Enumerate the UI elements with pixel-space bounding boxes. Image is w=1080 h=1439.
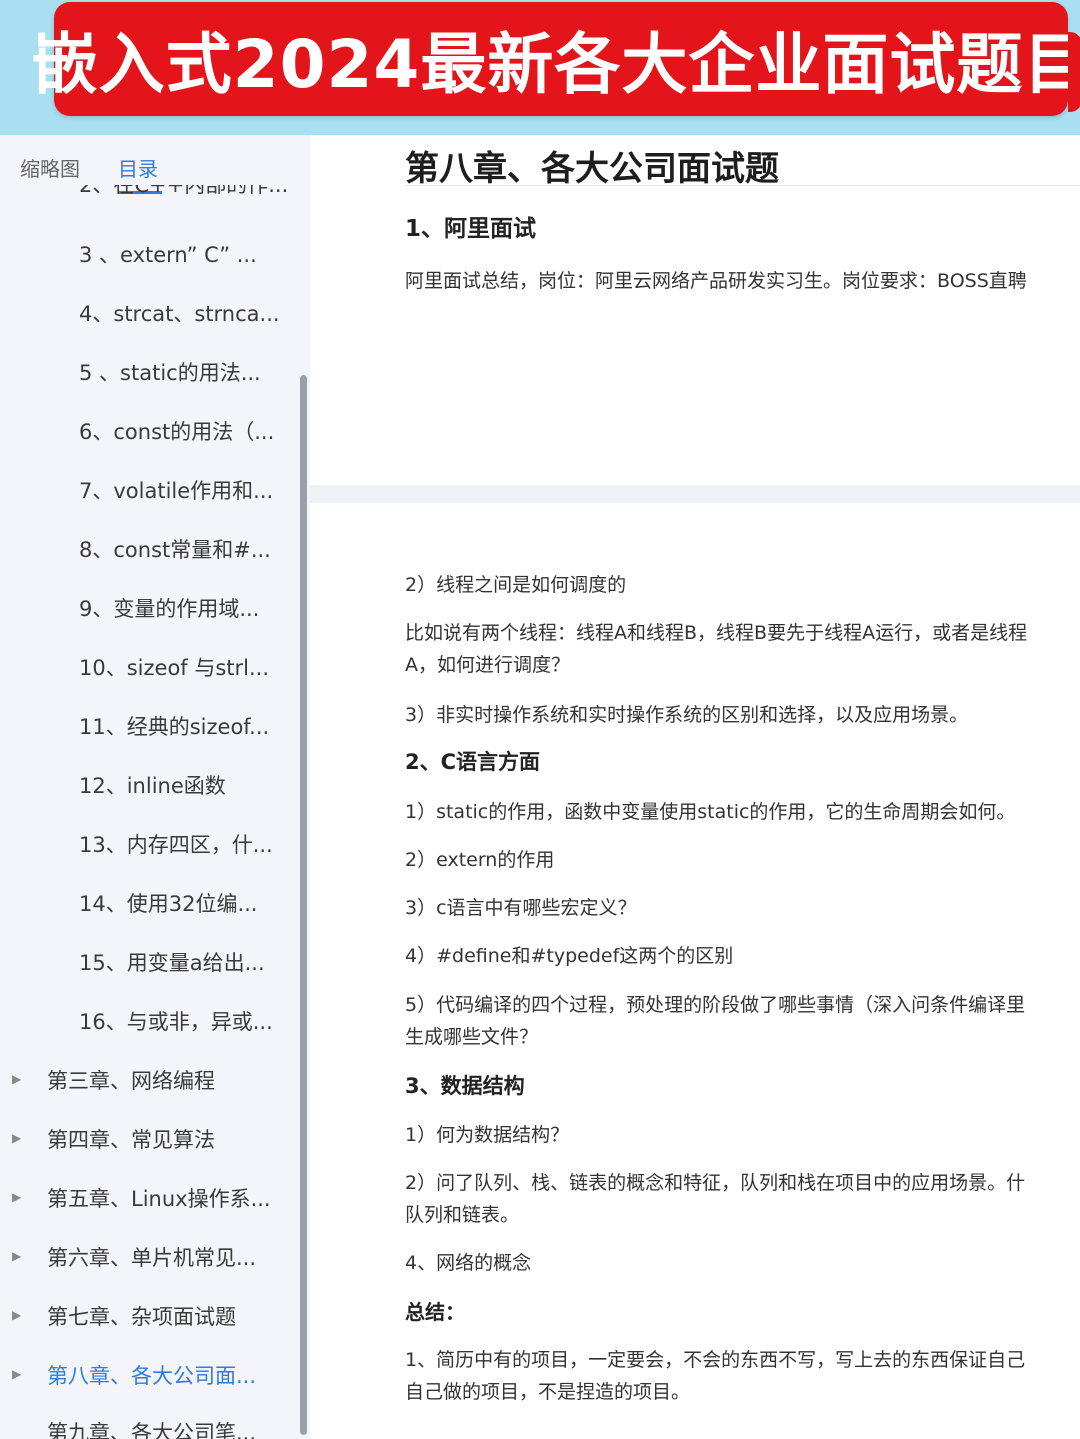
toc-item-partial-top[interactable]: 2、在C++内部的作...	[79, 185, 288, 199]
toc-item[interactable]: 14、使用32位编...	[79, 888, 257, 918]
tab-thumbnails[interactable]: 缩略图	[20, 153, 80, 182]
tab-toc[interactable]: 目录	[118, 153, 158, 182]
paragraph: 5）代码编译的四个过程，预处理的阶段做了哪些事情（深入问条件编译里	[405, 994, 1026, 1016]
section-heading: 3、数据结构	[405, 1074, 525, 1098]
toc-item[interactable]: 6、const的用法（...	[79, 416, 274, 446]
banner-title: 嵌入式2024最新各大企业面试题目	[31, 26, 1080, 103]
chevron-right-icon[interactable]: ▶	[12, 1072, 21, 1086]
toc-chapter-item[interactable]: 第六章、单片机常见...	[47, 1242, 256, 1272]
toc-chapter-item[interactable]: 第七章、杂项面试题	[47, 1301, 236, 1331]
toc-chapter-item[interactable]: 第四章、常见算法	[47, 1124, 215, 1154]
paragraph: 4）#define和#typedef这两个的区别	[405, 945, 734, 967]
chevron-right-icon[interactable]: ▶	[12, 1308, 21, 1322]
chapter-title: 第八章、各大公司面试题	[405, 149, 779, 189]
toc-chapter-item[interactable]: 第五章、Linux操作系...	[47, 1183, 271, 1213]
paragraph: 2）问了队列、栈、链表的概念和特征，队列和栈在项目中的应用场景。什	[405, 1172, 1026, 1194]
toc-chapter-item[interactable]: 第三章、网络编程	[47, 1065, 215, 1095]
toc-item[interactable]: 3 、extern” C” ...	[79, 239, 257, 269]
paragraph: A，如何进行调度？	[405, 654, 570, 676]
toc-item[interactable]: 11、经典的sizeof...	[79, 711, 269, 741]
paragraph: 2）extern的作用	[405, 849, 555, 871]
paragraph: 比如说有两个线程：线程A和线程B，线程B要先于线程A运行，或者是线程	[405, 622, 1028, 644]
chevron-right-icon[interactable]: ▶	[12, 1190, 21, 1204]
page-gap	[310, 485, 1080, 503]
toc-item[interactable]: 5 、static的用法...	[79, 357, 261, 387]
banner-tail	[1068, 32, 1080, 112]
outline-sidebar: 缩略图 目录 2、在C++内部的作... 3 、extern” C” ... 4…	[0, 135, 310, 1439]
paragraph: 3）非实时操作系统和实时操作系统的区别和选择，以及应用场景。	[405, 704, 969, 726]
paragraph: 生成哪些文件？	[405, 1026, 539, 1048]
toc-item[interactable]: 15、用变量a给出...	[79, 947, 265, 977]
section-heading: 1、阿里面试	[405, 216, 537, 242]
toc-item[interactable]: 7、volatile作用和...	[79, 475, 273, 505]
paragraph: 队列和链表。	[405, 1204, 520, 1226]
sidebar-scrollbar[interactable]	[300, 375, 307, 1435]
toc-chapter-item-partial[interactable]: 第九章、各大公司笔...	[47, 1417, 256, 1439]
chevron-right-icon[interactable]: ▶	[12, 1131, 21, 1145]
toc-chapter-item-active[interactable]: 第八章、各大公司面...	[47, 1360, 256, 1390]
paragraph: 1）static的作用，函数中变量使用static的作用，它的生命周期会如何。	[405, 801, 1016, 823]
paragraph: 1）何为数据结构？	[405, 1124, 570, 1146]
toc-item[interactable]: 4、strcat、strnca...	[79, 298, 280, 328]
paragraph: 1、简历中有的项目，一定要会，不会的东西不写，写上去的东西保证自己	[405, 1349, 1026, 1371]
paragraph: 自己做的项目，不是捏造的项目。	[405, 1381, 691, 1403]
section-heading-plain: 4、网络的概念	[405, 1252, 532, 1274]
title-divider	[405, 185, 1080, 186]
chevron-right-icon[interactable]: ▶	[12, 1249, 21, 1263]
section-heading: 2、C语言方面	[405, 750, 541, 774]
toc-item[interactable]: 16、与或非，异或...	[79, 1006, 273, 1036]
toc-item[interactable]: 12、inline函数	[79, 770, 226, 800]
paragraph: 3）c语言中有哪些宏定义？	[405, 897, 637, 919]
toc-item[interactable]: 10、sizeof 与strl...	[79, 652, 269, 682]
toc-item[interactable]: 9、变量的作用域...	[79, 593, 259, 623]
document-content: 第八章、各大公司面试题 1、阿里面试 阿里面试总结，岗位：阿里云网络产品研发实习…	[310, 135, 1080, 1439]
chevron-right-icon[interactable]: ▶	[12, 1367, 21, 1381]
summary-label: 总结：	[405, 1300, 465, 1324]
paragraph: 阿里面试总结，岗位：阿里云网络产品研发实习生。岗位要求：BOSS直聘	[405, 270, 1027, 292]
toc-item[interactable]: 8、const常量和#...	[79, 534, 271, 564]
toc-item[interactable]: 13、内存四区，什...	[79, 829, 273, 859]
title-banner: 嵌入式2024最新各大企业面试题目	[32, 2, 1080, 116]
paragraph: 2）线程之间是如何调度的	[405, 574, 627, 596]
